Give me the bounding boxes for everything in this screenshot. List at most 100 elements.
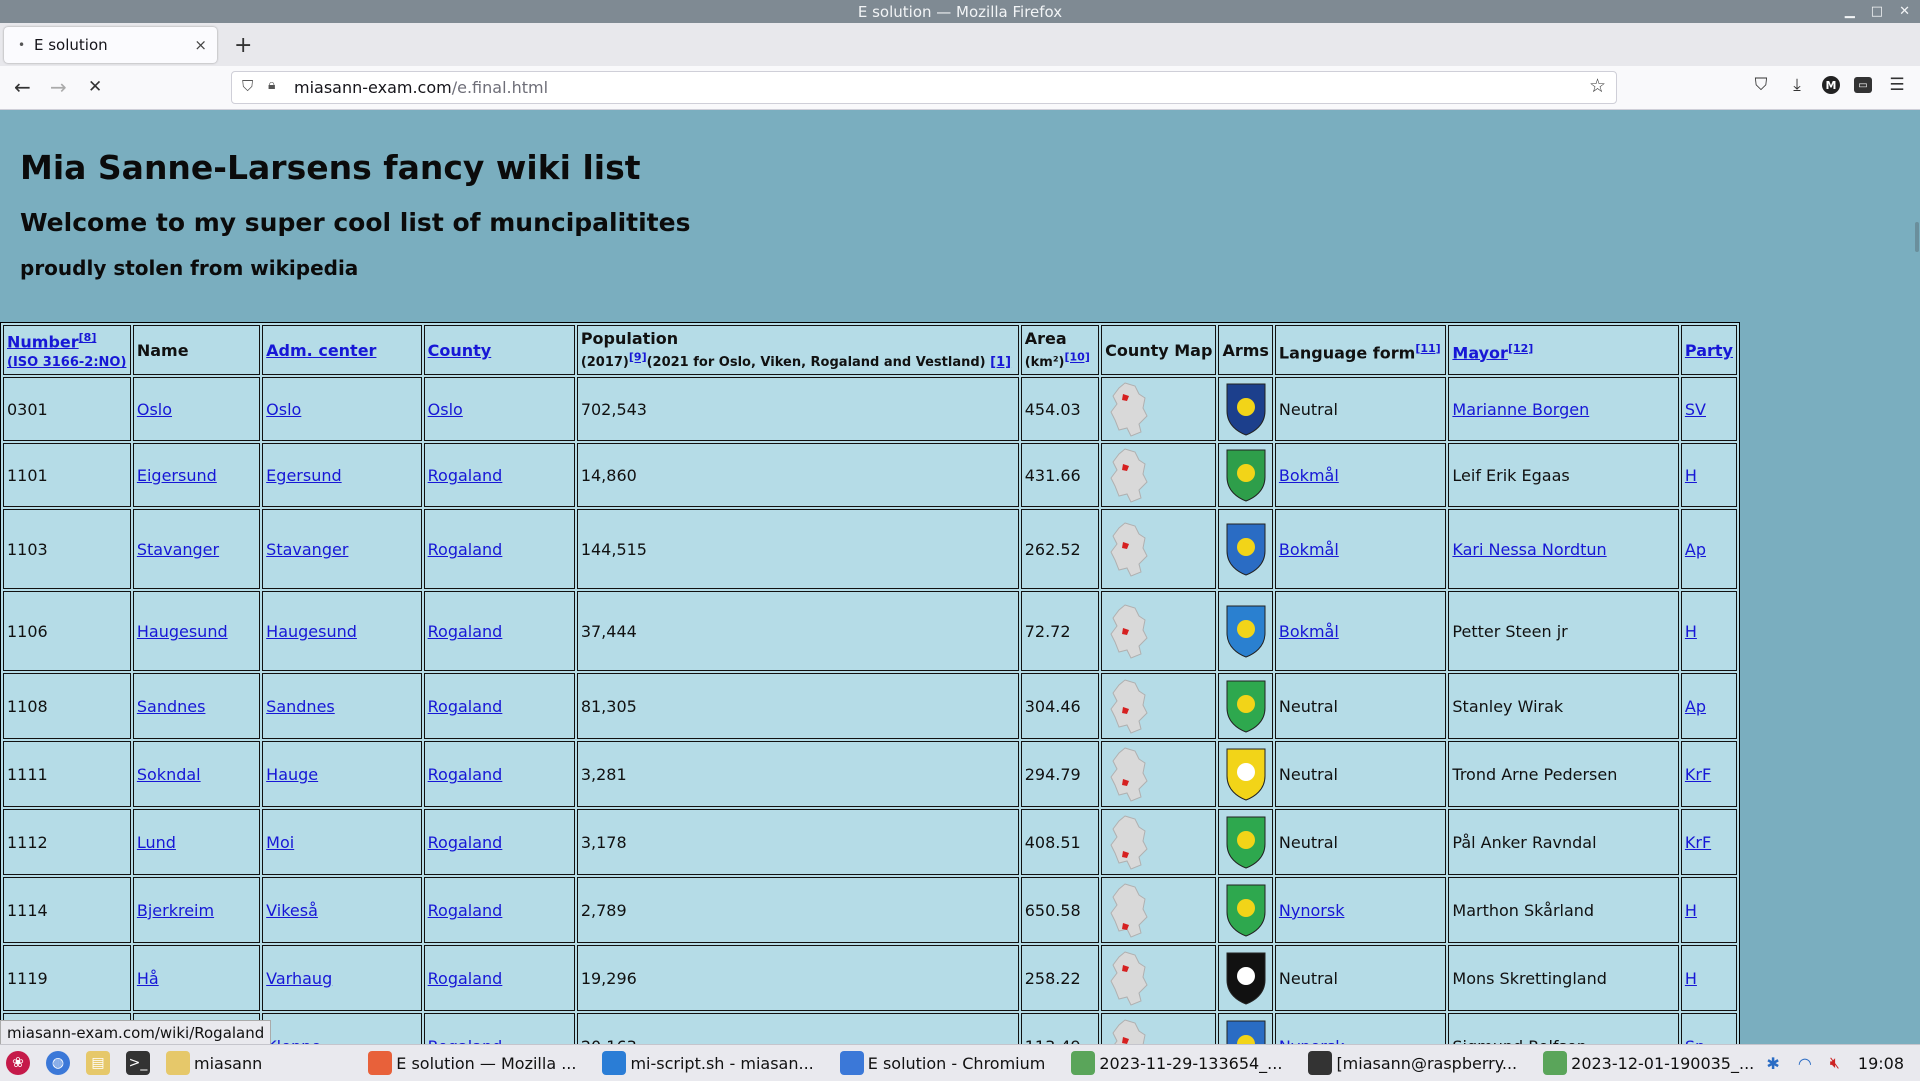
party-link[interactable]: H	[1685, 466, 1697, 485]
municipality-name-link[interactable]: Stavanger	[137, 540, 219, 559]
municipality-name-link[interactable]: Eigersund	[137, 466, 217, 485]
header-iso-link[interactable]: (ISO 3166-2:NO)	[7, 355, 126, 370]
header-mayor-ref[interactable]: [12]	[1508, 342, 1533, 355]
county-link[interactable]: Rogaland	[428, 833, 503, 852]
municipality-name-link[interactable]: Haugesund	[137, 622, 228, 641]
mayor-link[interactable]: Kari Nessa Nordtun	[1452, 540, 1606, 559]
party-link[interactable]: Ap	[1685, 697, 1706, 716]
pocket-icon[interactable]: ⛉	[1750, 74, 1772, 96]
browser-tab[interactable]: • E solution ×	[4, 27, 217, 63]
taskbar-window-item[interactable]: 2023-11-29-133654_...	[1065, 1045, 1288, 1081]
header-county-link[interactable]: County	[428, 341, 492, 360]
account-icon[interactable]: M	[1822, 76, 1840, 94]
county-link[interactable]: Rogaland	[428, 540, 503, 559]
bookmark-star-icon[interactable]: ☆	[1589, 75, 1606, 97]
municipality-name-link[interactable]: Lund	[137, 833, 176, 852]
menu-icon[interactable]: ☰	[1886, 74, 1908, 96]
lock-icon[interactable]: 🔒︎	[268, 77, 275, 93]
party-link[interactable]: SV	[1685, 400, 1706, 419]
taskbar-window-item[interactable]: E solution - Chromium	[834, 1045, 1052, 1081]
county-link[interactable]: Rogaland	[428, 622, 503, 641]
adm-center-link[interactable]: Sandnes	[266, 697, 335, 716]
county-link[interactable]: Rogaland	[428, 697, 503, 716]
adm-center-link[interactable]: Moi	[266, 833, 294, 852]
header-number-ref[interactable]: [8]	[79, 331, 97, 344]
language-link[interactable]: Bokmål	[1279, 466, 1339, 485]
county-map-icon	[1110, 883, 1148, 938]
header-adm-link[interactable]: Adm. center	[266, 341, 376, 360]
adm-center-link[interactable]: Kleppe	[266, 1037, 321, 1044]
stop-button[interactable]: ✕	[88, 77, 102, 97]
taskbar-window-item[interactable]: [miasann@raspberry...	[1302, 1045, 1523, 1081]
minimize-icon[interactable]: ▁	[1845, 4, 1855, 19]
adm-center-link[interactable]: Oslo	[266, 400, 301, 419]
url-text[interactable]: miasann-exam.com/e.final.html	[294, 78, 548, 97]
mayor-name: Trond Arne Pedersen	[1452, 764, 1618, 784]
download-icon[interactable]: ⤓	[1786, 74, 1808, 96]
adm-center-link[interactable]: Varhaug	[266, 969, 332, 988]
county-link[interactable]: Rogaland	[428, 969, 503, 988]
adm-center-link[interactable]: Stavanger	[266, 540, 348, 559]
header-pop-ref-a[interactable]: [9]	[629, 351, 647, 364]
mayor-link[interactable]: Marianne Borgen	[1452, 400, 1589, 419]
municipality-name-link[interactable]: Bjerkreim	[137, 901, 214, 920]
shield-icon[interactable]: ⛉	[242, 77, 253, 95]
header-area-ref[interactable]: [10]	[1064, 351, 1089, 364]
cell-number: 1106	[3, 591, 131, 672]
header-language-ref[interactable]: [11]	[1415, 342, 1440, 355]
party-link[interactable]: Sp	[1685, 1037, 1705, 1044]
back-button[interactable]: ←	[14, 75, 31, 99]
page-scrollbar[interactable]	[1914, 110, 1920, 1044]
party-link[interactable]: H	[1685, 969, 1697, 988]
header-arms: Arms	[1218, 325, 1273, 376]
party-link[interactable]: H	[1685, 622, 1697, 641]
scroll-thumb[interactable]	[1915, 222, 1919, 252]
county-link[interactable]: Rogaland	[428, 765, 503, 784]
forward-button[interactable]: →	[50, 75, 67, 99]
cell-number: 1111	[3, 741, 131, 808]
tab-close-icon[interactable]: ×	[194, 36, 207, 54]
party-link[interactable]: KrF	[1685, 833, 1711, 852]
party-link[interactable]: Ap	[1685, 540, 1706, 559]
county-link[interactable]: Oslo	[428, 400, 463, 419]
county-link[interactable]: Rogaland	[428, 901, 503, 920]
county-link[interactable]: Rogaland	[428, 466, 503, 485]
party-link[interactable]: KrF	[1685, 765, 1711, 784]
language-link[interactable]: Nynorsk	[1279, 901, 1345, 920]
party-link[interactable]: H	[1685, 901, 1697, 920]
files-launcher[interactable]: ▤	[80, 1045, 120, 1081]
municipality-name-link[interactable]: Hå	[137, 969, 159, 988]
adm-center-link[interactable]: Haugesund	[266, 622, 357, 641]
header-party-link[interactable]: Party	[1685, 341, 1733, 360]
bluetooth-icon[interactable]: ✱	[1766, 1054, 1779, 1073]
language-link[interactable]: Nynorsk	[1279, 1037, 1345, 1044]
municipality-name-link[interactable]: Sokndal	[137, 765, 201, 784]
start-menu-button[interactable]: ❀	[0, 1045, 40, 1081]
header-number-link[interactable]: Number	[7, 332, 79, 351]
terminal-launcher[interactable]: >_	[120, 1045, 160, 1081]
new-tab-button[interactable]: +	[234, 33, 252, 58]
browser-launcher[interactable]: ◍	[40, 1045, 80, 1081]
maximize-icon[interactable]: □	[1871, 4, 1883, 19]
adm-center-link[interactable]: Vikeså	[266, 901, 318, 920]
language-link[interactable]: Bokmål	[1279, 540, 1339, 559]
header-mayor-link[interactable]: Mayor	[1452, 343, 1508, 362]
header-pop-ref-b[interactable]: [1]	[990, 355, 1011, 370]
url-bar[interactable]: ⛉ 🔒︎ miasann-exam.com/e.final.html ☆	[231, 71, 1617, 104]
adm-center-link[interactable]: Hauge	[266, 765, 318, 784]
adm-center-link[interactable]: Egersund	[266, 466, 341, 485]
county-map-icon	[1110, 604, 1148, 659]
volume-muted-icon[interactable]: 🔇︎	[1830, 1053, 1840, 1073]
taskbar-window-item[interactable]: miasann	[160, 1045, 268, 1081]
county-link[interactable]: Rogaland	[428, 1037, 503, 1044]
municipality-name-link[interactable]: Oslo	[137, 400, 172, 419]
taskbar-window-item[interactable]: 2023-12-01-190035_...	[1537, 1045, 1760, 1081]
municipality-name-link[interactable]: Sandnes	[137, 697, 206, 716]
taskbar-window-item[interactable]: E solution — Mozilla ...	[362, 1045, 582, 1081]
extension-icon[interactable]: ▭	[1854, 77, 1872, 93]
clock[interactable]: 19:08	[1858, 1054, 1904, 1073]
taskbar-window-item[interactable]: mi-script.sh - miasan...	[596, 1045, 819, 1081]
close-window-icon[interactable]: ✕	[1899, 4, 1910, 19]
wifi-icon[interactable]: ◠	[1798, 1054, 1812, 1073]
language-link[interactable]: Bokmål	[1279, 622, 1339, 641]
